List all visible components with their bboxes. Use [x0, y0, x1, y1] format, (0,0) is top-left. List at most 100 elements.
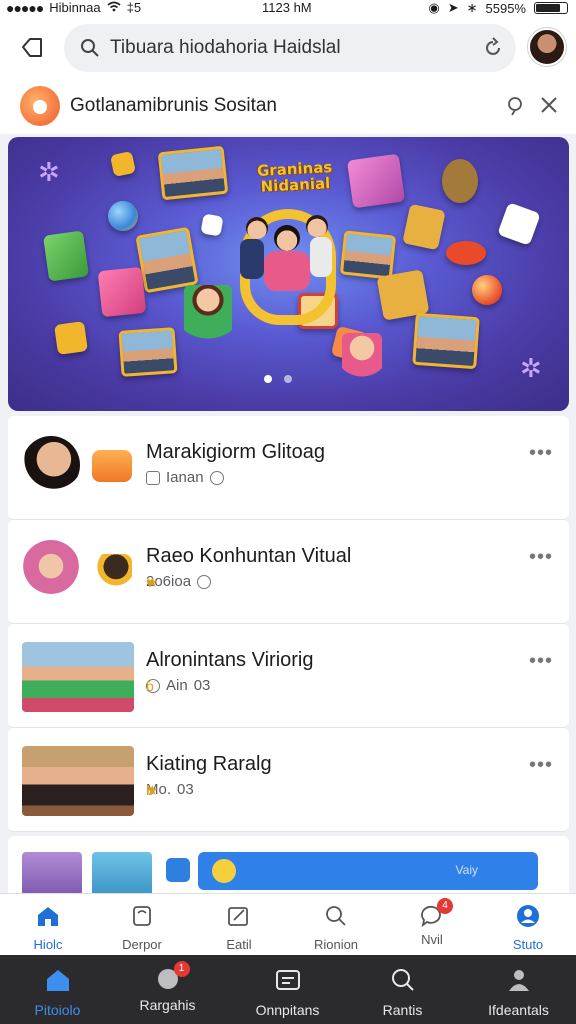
list-item[interactable]: Kiating Raralg ★ Mo. ɓ 03 ••• — [8, 728, 569, 832]
app-logo-icon — [20, 86, 60, 126]
promo-notice[interactable]: Gotlanamibrunis Sositan — [0, 78, 576, 134]
notification-badge: 1 — [173, 961, 190, 977]
item-avatar — [22, 436, 80, 494]
home-icon — [46, 970, 69, 991]
item-meta-text: Ianan — [166, 469, 204, 486]
list-item[interactable]: Marakigiorm Glitoag Ianan ••• — [8, 416, 569, 520]
tab-profile[interactable]: Stuto — [480, 894, 576, 956]
document-icon — [275, 970, 300, 990]
reload-icon[interactable] — [482, 37, 504, 59]
search-icon — [326, 906, 346, 926]
home-icon — [38, 907, 58, 926]
dock-label: Pitoiolo — [34, 1002, 81, 1018]
tab-home[interactable]: Hiolc — [0, 894, 96, 956]
user-avatar[interactable] — [528, 28, 566, 66]
more-options-button[interactable]: ••• — [529, 650, 553, 673]
back-button[interactable] — [16, 32, 48, 64]
pager-dot[interactable] — [264, 375, 272, 383]
edit-icon — [228, 907, 248, 926]
tab-label: Nvil — [421, 932, 443, 947]
item-meta-text-2: 03 — [177, 781, 194, 798]
search-icon — [81, 39, 99, 57]
dock-documents[interactable]: Onnpitans — [230, 955, 345, 1024]
flame-icon: ɓ — [146, 677, 154, 694]
battery-icon — [534, 2, 568, 14]
dock-home[interactable]: Pitoiolo — [0, 955, 115, 1024]
photo-card — [135, 226, 199, 294]
alarm-icon: ◉ — [428, 0, 440, 15]
floating-ball — [472, 275, 502, 305]
content-list: Marakigiorm Glitoag Ianan ••• Raeo Konhu… — [8, 416, 569, 832]
floating-tile — [402, 203, 446, 251]
notice-title: Gotlanamibrunis Sositan — [70, 95, 277, 116]
heart-icon: ♥ — [146, 573, 155, 590]
clock: 1123 hM — [262, 0, 312, 15]
system-dock: Pitoiolo 1 Rargahis Onnpitans Rantis Ifd… — [0, 955, 576, 1024]
item-title: Alronintans Viriorig — [146, 649, 314, 671]
photo-card — [118, 327, 178, 377]
floating-ball — [108, 201, 138, 231]
status-bar: ●●●●● Hibinnaa ‡5 1123 hM ◉ ➤ ∗ 5595% — [0, 0, 576, 16]
item-meta: Ianan — [146, 469, 224, 486]
item-photo — [22, 746, 134, 816]
chat-icon: 1 — [154, 961, 190, 993]
item-photo — [92, 852, 152, 896]
dock-profile[interactable]: Ifdeantals — [461, 955, 576, 1024]
close-icon[interactable] — [540, 96, 558, 114]
item-meta: ★ 2o6ioa ♥ — [146, 573, 212, 590]
item-meta-text: Ain — [166, 677, 188, 694]
status-right: ◉ ➤ ∗ 5595% — [428, 0, 568, 16]
pin-icon[interactable] — [506, 96, 524, 116]
app-mini-icon — [166, 858, 190, 882]
signal-extra: ‡5 — [126, 0, 142, 15]
family-figures — [240, 215, 332, 325]
action-bar-button[interactable]: Vaiy — [198, 852, 538, 890]
search-input[interactable] — [110, 37, 470, 59]
pager-dot[interactable] — [284, 375, 292, 383]
carrier-name: Hibinnaa — [49, 0, 101, 15]
back-icon — [22, 38, 42, 57]
globe-icon — [209, 470, 224, 485]
globe-icon — [197, 574, 212, 589]
item-title: Marakigiorm Glitoag — [146, 441, 325, 463]
photo-card — [412, 312, 480, 370]
notification-badge: 4 — [437, 898, 453, 914]
partial-list-item[interactable]: Vaiy — [8, 836, 569, 896]
child-figure — [342, 333, 382, 383]
more-options-button[interactable]: ••• — [529, 546, 553, 569]
dock-search[interactable]: Rantis — [345, 955, 460, 1024]
more-options-button[interactable]: ••• — [529, 442, 553, 465]
status-left: ●●●●● Hibinnaa ‡5 — [6, 0, 141, 15]
item-avatar — [22, 540, 80, 598]
search-bar[interactable] — [64, 24, 516, 72]
smile-icon — [212, 859, 236, 883]
floating-tile — [97, 266, 147, 318]
item-photo — [22, 852, 82, 896]
floating-tile — [346, 153, 406, 209]
photo-card — [339, 230, 397, 280]
more-options-button[interactable]: ••• — [529, 754, 553, 777]
hero-banner[interactable]: ✲ ✲ Graninas Nidanial — [8, 137, 569, 411]
tab-chat[interactable]: 4 Nvil — [384, 894, 480, 956]
item-badge-icon — [92, 554, 132, 586]
floating-tile — [109, 150, 137, 178]
bluetooth-icon: ∗ — [466, 0, 478, 15]
tab-edit[interactable]: Eatil — [191, 894, 287, 956]
banner-pager[interactable] — [264, 375, 292, 383]
cartoon-girl-figure — [184, 285, 232, 345]
floating-tile — [42, 230, 90, 282]
sparkle-icon: ✲ — [520, 353, 542, 383]
banner-headline: Graninas Nidanial — [256, 158, 333, 196]
floating-tile — [497, 202, 541, 246]
dock-label: Rargahis — [139, 997, 196, 1013]
tab-bookmark[interactable]: Derpor — [94, 894, 190, 956]
tab-search[interactable]: Rionion — [288, 894, 384, 956]
dock-label: Rantis — [382, 1002, 423, 1018]
list-item[interactable]: Raeo Konhuntan Vitual ★ 2o6ioa ♥ ••• — [8, 520, 569, 624]
sparkle-icon: ✲ — [38, 157, 60, 187]
list-item[interactable]: Alronintans Viriorig Ain ɓ 03 ••• — [8, 624, 569, 728]
dock-chat[interactable]: 1 Rargahis — [110, 955, 225, 1024]
search-icon — [391, 969, 414, 991]
floating-tile — [446, 241, 486, 265]
floating-tile — [200, 213, 224, 237]
